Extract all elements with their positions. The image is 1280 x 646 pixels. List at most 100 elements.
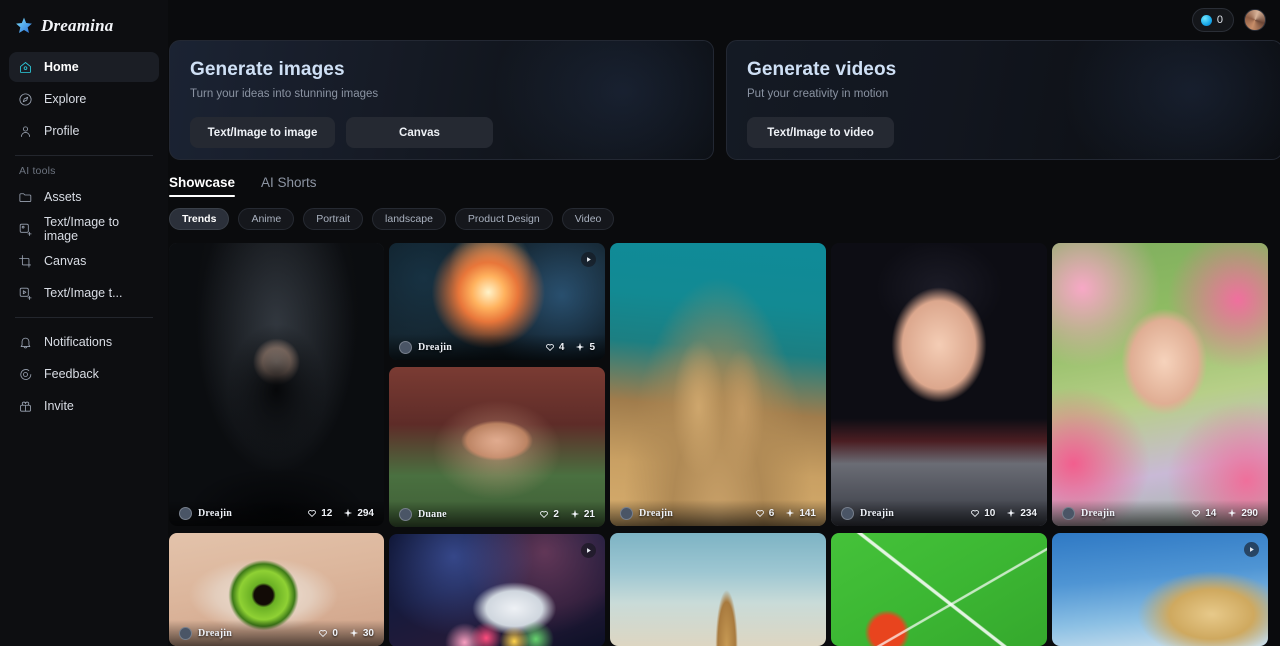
gallery-card-gothic-portrait[interactable]: Dreajin 12 294	[169, 243, 384, 526]
credit-coin-icon	[1200, 14, 1212, 26]
gift-icon	[18, 399, 33, 414]
star-count[interactable]: 30	[349, 628, 374, 639]
folder-icon	[18, 190, 33, 205]
card-author-name: Dreajin	[198, 627, 232, 639]
star-count[interactable]: 5	[575, 342, 595, 353]
like-count[interactable]: 12	[307, 508, 332, 519]
generate-images-banner: Generate images Turn your ideas into stu…	[169, 40, 714, 160]
card-artwork	[610, 243, 826, 526]
chip-landscape[interactable]: landscape	[372, 208, 446, 230]
text-image-to-video-button[interactable]: Text/Image to video	[747, 117, 894, 148]
sidebar-item-text-image-to-video[interactable]: Text/Image t...	[9, 278, 159, 308]
star-count[interactable]: 294	[343, 508, 374, 519]
sidebar-item-explore[interactable]: Explore	[9, 84, 159, 114]
star-value: 234	[1020, 507, 1037, 519]
star-count[interactable]: 141	[785, 508, 816, 519]
card-author[interactable]: Dreajin	[620, 506, 673, 520]
sidebar-item-label: Home	[44, 60, 79, 74]
card-author-name: Dreajin	[860, 507, 894, 519]
star-count[interactable]: 290	[1227, 508, 1258, 519]
sidebar-item-label: Explore	[44, 92, 87, 106]
card-author-name: Dreajin	[1081, 507, 1115, 519]
gallery-card-green-illustration[interactable]	[831, 533, 1047, 646]
avatar[interactable]	[1244, 9, 1266, 31]
card-stats: 45	[545, 342, 595, 353]
avatar	[179, 626, 192, 640]
card-overlay: Dreajin 4 5	[389, 334, 605, 360]
showcase-gallery: Dreajin 12 294 Dreajin 0 30 Dreajin 4 5 Duane 2 21 D…	[168, 230, 1280, 646]
card-author[interactable]: Dreajin	[1062, 506, 1115, 520]
card-stats: 2 21	[539, 509, 595, 520]
play-icon[interactable]	[581, 543, 596, 558]
card-author[interactable]: Dreajin	[179, 506, 232, 520]
star-value: 5	[589, 341, 595, 353]
sidebar-item-feedback[interactable]: Feedback	[9, 359, 159, 389]
star-count[interactable]: 21	[570, 509, 595, 520]
card-overlay: Dreajin 0 30	[169, 620, 384, 646]
gallery-card-anime-warrior-girl[interactable]: Dreajin 10 234	[831, 243, 1047, 526]
sidebar-item-invite[interactable]: Invite	[9, 391, 159, 421]
card-artwork	[831, 533, 1047, 646]
sidebar-item-canvas[interactable]: Canvas	[9, 246, 159, 276]
like-count[interactable]: 4	[545, 342, 564, 353]
canvas-button[interactable]: Canvas	[346, 117, 493, 148]
sidebar-item-label: Text/Image to image	[44, 215, 120, 243]
like-value: 0	[332, 627, 338, 639]
gallery-column: Dreajin 10 234	[831, 243, 1047, 646]
sidebar-divider-top	[15, 155, 153, 156]
card-overlay: Dreajin 10 234	[831, 500, 1047, 526]
like-count[interactable]: 0	[318, 628, 338, 639]
app-root: Dreamina Home Explore Profile AI tools A…	[0, 0, 1280, 646]
card-author[interactable]: Duane	[399, 507, 447, 521]
brand[interactable]: Dreamina	[9, 0, 159, 52]
card-author[interactable]: Dreajin	[399, 340, 452, 354]
brand-name: Dreamina	[41, 16, 114, 35]
card-artwork	[831, 243, 1047, 526]
banner-title: Generate videos	[747, 59, 897, 80]
sidebar-item-notifications[interactable]: Notifications	[9, 327, 159, 357]
chip-portrait[interactable]: Portrait	[303, 208, 364, 230]
star-value: 21	[583, 508, 595, 520]
sidebar-item-assets[interactable]: Assets	[9, 182, 159, 212]
banner-title: Generate images	[190, 59, 345, 80]
generate-videos-banner: Generate videos Put your creativity in m…	[726, 40, 1280, 160]
card-artwork	[1052, 533, 1268, 646]
card-author[interactable]: Dreajin	[841, 506, 894, 520]
chip-anime[interactable]: Anime	[238, 208, 295, 230]
gallery-card-green-eye-macro[interactable]: Dreajin 0 30	[169, 533, 384, 646]
star-count[interactable]: 234	[1006, 508, 1037, 519]
gallery-card-desert-tower[interactable]	[610, 533, 826, 646]
gallery-column: Dreajin 4 5 Duane 2 21	[389, 243, 605, 646]
chip-trends[interactable]: Trends	[169, 208, 230, 230]
text-image-to-image-button[interactable]: Text/Image to image	[190, 117, 335, 148]
chip-product-design[interactable]: Product Design	[454, 208, 553, 230]
chip-video[interactable]: Video	[561, 208, 615, 230]
gallery-card-tulip-field-portrait[interactable]: Dreajin 14 290	[1052, 243, 1268, 526]
like-count[interactable]: 6	[755, 508, 774, 519]
card-overlay: Dreajin 12 294	[169, 500, 384, 526]
star-value: 141	[799, 507, 816, 519]
like-count[interactable]: 14	[1191, 508, 1216, 519]
sidebar-item-profile[interactable]: Profile	[9, 116, 159, 146]
tab-ai-shorts[interactable]: AI Shorts	[261, 175, 317, 197]
sidebar-item-label: Text/Image t...	[44, 286, 123, 300]
gallery-card-taj-mahal-render[interactable]: Duane 2 21	[389, 367, 605, 527]
credits-badge[interactable]: 0	[1191, 8, 1234, 32]
gallery-card-burning-rose[interactable]: Dreajin 4 5	[389, 243, 605, 360]
gallery-card-sand-castle-dragon[interactable]: Dreajin 6 141	[610, 243, 826, 526]
like-count[interactable]: 2	[539, 509, 559, 520]
gallery-card-windblown-hair-sky[interactable]	[1052, 533, 1268, 646]
card-author-name: Dreajin	[639, 507, 673, 519]
play-icon[interactable]	[1244, 542, 1259, 557]
sidebar-item-home[interactable]: Home	[9, 52, 159, 82]
card-stats: 12 294	[307, 508, 374, 519]
play-icon[interactable]	[581, 252, 596, 267]
tab-showcase[interactable]: Showcase	[169, 175, 236, 197]
card-author[interactable]: Dreajin	[179, 626, 232, 640]
like-count[interactable]: 10	[970, 508, 995, 519]
sidebar-item-text-image-to-image[interactable]: Text/Image to image	[9, 214, 159, 244]
gallery-card-astronaut-flowers[interactable]	[389, 534, 605, 646]
person-icon	[18, 124, 33, 139]
card-overlay: Dreajin 14 290	[1052, 500, 1268, 526]
card-artwork	[610, 533, 826, 646]
